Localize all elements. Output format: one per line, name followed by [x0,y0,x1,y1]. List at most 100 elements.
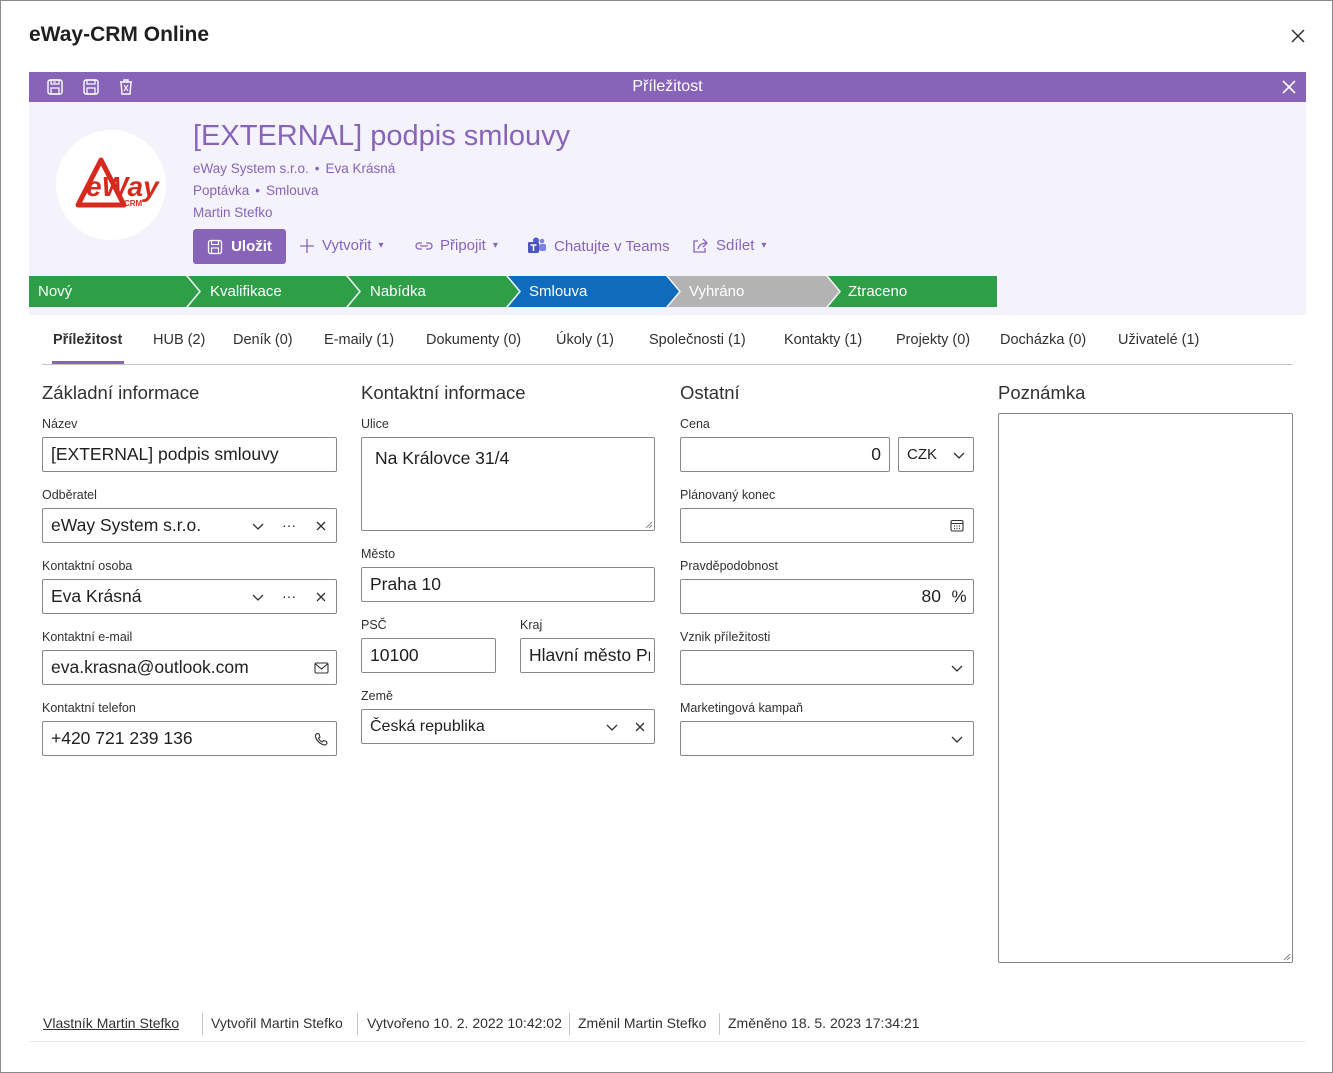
tab-projekty[interactable]: Projekty (0) [896,332,970,348]
stage-smlouva[interactable]: Smlouva [529,276,587,307]
chevron-down-icon[interactable] [246,509,270,542]
mail-icon[interactable] [309,651,333,684]
email-label: Kontaktní e-mail [42,630,133,644]
tab-emaily[interactable]: E-maily (1) [324,332,394,348]
region-value: Hlavní město Praha [529,645,650,665]
close-dialog-icon[interactable] [1287,25,1309,47]
footer-divider [357,1013,358,1035]
header-meta-line2: Poptávka • Smlouva [193,183,319,198]
probability-value: 80 [921,586,941,606]
customer-label: Odběratel [42,488,97,502]
stage-bar: Nový Kvalifikace Nabídka Smlouva Vyhráno… [29,276,999,307]
calendar-icon[interactable] [945,509,969,542]
stage-ztraceno[interactable]: Ztraceno [848,276,907,307]
chevron-down-icon[interactable] [246,580,270,613]
save-button[interactable]: Uložit [193,229,286,264]
footer-divider [719,1013,720,1035]
dialog-window: eWay-CRM Online Příležitost eWay CRM [EX… [0,0,1333,1073]
link-icon [415,241,433,250]
stage-novy[interactable]: Nový [38,276,72,307]
clear-icon[interactable] [309,509,333,542]
footer-bottom-divider [29,1041,1306,1042]
tab-hub[interactable]: HUB (2) [153,332,205,348]
campaign-select[interactable] [680,721,974,756]
tab-bar: Příležitost HUB (2) Deník (0) E-maily (1… [42,324,1293,365]
record-title: [EXTERNAL] podpis smlouvy [193,120,571,152]
stage-nabidka[interactable]: Nabídka [370,276,426,307]
stage-value: Smlouva [266,183,319,198]
chevron-down-icon[interactable] [945,722,969,755]
campaign-label: Marketingová kampaň [680,701,803,715]
city-value: Praha 10 [370,574,442,594]
region-label: Kraj [520,618,543,632]
tab-dokumenty[interactable]: Dokumenty (0) [426,332,521,348]
create-menu-button[interactable]: Vytvořit ▾ [299,237,383,254]
tab-ukoly[interactable]: Úkoly (1) [556,332,614,348]
customer-lookup[interactable]: eWay System s.r.o. ··· [42,508,337,543]
tab-dochazka[interactable]: Docházka (0) [1000,332,1086,348]
note-textarea[interactable] [998,413,1293,963]
stage-vyhrano[interactable]: Vyhráno [689,276,744,307]
tab-spolecnosti[interactable]: Společnosti (1) [649,332,746,348]
city-label: Město [361,547,396,561]
tab-uzivatele[interactable]: Uživatelé (1) [1118,332,1199,348]
probability-input[interactable]: 80 % [680,579,974,614]
stage-kvalifikace[interactable]: Kvalifikace [210,276,282,307]
phone-icon[interactable] [309,722,333,755]
phone-input[interactable]: +420 721 239 136 [42,721,337,756]
city-input[interactable]: Praha 10 [361,567,655,602]
chevron-down-icon[interactable] [945,651,969,684]
tab-kontakty[interactable]: Kontakty (1) [784,332,862,348]
price-input[interactable]: 0 [680,437,890,472]
tab-denik[interactable]: Deník (0) [233,332,293,348]
price-value: 0 [871,444,881,464]
owner-link[interactable]: Martin Stefko [193,205,273,220]
origin-select[interactable] [680,650,974,685]
connect-menu-button[interactable]: Připojit ▾ [415,237,498,254]
logo-wordmark: eWay [86,171,160,202]
region-input[interactable]: Hlavní město Praha [520,638,655,673]
clear-icon[interactable] [309,580,333,613]
zip-input[interactable]: 10100 [361,638,496,673]
chevron-down-icon[interactable] [600,710,624,743]
app-title: eWay-CRM Online [29,23,210,46]
currency-select[interactable]: CZK [898,437,974,472]
share-icon [693,238,708,253]
owner-footer-link[interactable]: Vlastník Martin Stefko [43,1015,179,1031]
name-input[interactable]: [EXTERNAL] podpis smlouvy [42,437,337,472]
create-label: Vytvořit [322,237,372,254]
street-textarea[interactable]: Na Královce 31/4 [361,437,655,531]
connect-label: Připojit [440,237,486,254]
contact-link[interactable]: Eva Krásná [326,161,396,176]
teams-chat-button[interactable]: Chatujte v Teams [527,237,670,255]
more-icon[interactable]: ··· [277,509,301,542]
email-input[interactable]: eva.krasna@outlook.com [42,650,337,685]
modified-by-text: Změnil Martin Stefko [578,1015,707,1031]
percent-unit: % [951,587,967,606]
chevron-down-icon: ▾ [492,240,498,251]
planned-end-datepicker[interactable] [680,508,974,543]
country-select[interactable]: Česká republika [361,709,655,744]
zip-label: PSČ [361,618,387,632]
record-footer: Vlastník Martin Stefko Vytvořil Martin S… [29,1009,1306,1042]
share-menu-button[interactable]: Sdílet ▾ [691,237,766,254]
price-label: Cena [680,417,710,431]
more-icon[interactable]: ··· [277,580,301,613]
name-value: [EXTERNAL] podpis smlouvy [51,444,279,464]
type-value: Poptávka [193,183,250,198]
section-other-title: Ostatní [680,382,740,403]
modified-at-text: Změněno 18. 5. 2023 17:34:21 [728,1015,920,1031]
contact-person-lookup[interactable]: Eva Krásná ··· [42,579,337,614]
resize-handle-icon [645,521,653,529]
chevron-down-icon[interactable] [947,438,971,471]
active-tab-indicator [52,361,124,364]
close-record-icon[interactable] [1279,77,1299,97]
tab-prilezitost[interactable]: Příležitost [53,332,122,348]
header-meta-line1: eWay System s.r.o. • Eva Krásná [193,161,396,176]
save-button-label: Uložit [231,238,272,255]
section-contact-title: Kontaktní informace [361,382,526,403]
company-link[interactable]: eWay System s.r.o. [193,161,309,176]
country-label: Země [361,689,393,703]
clear-icon[interactable] [628,710,652,743]
phone-value: +420 721 239 136 [51,728,193,748]
